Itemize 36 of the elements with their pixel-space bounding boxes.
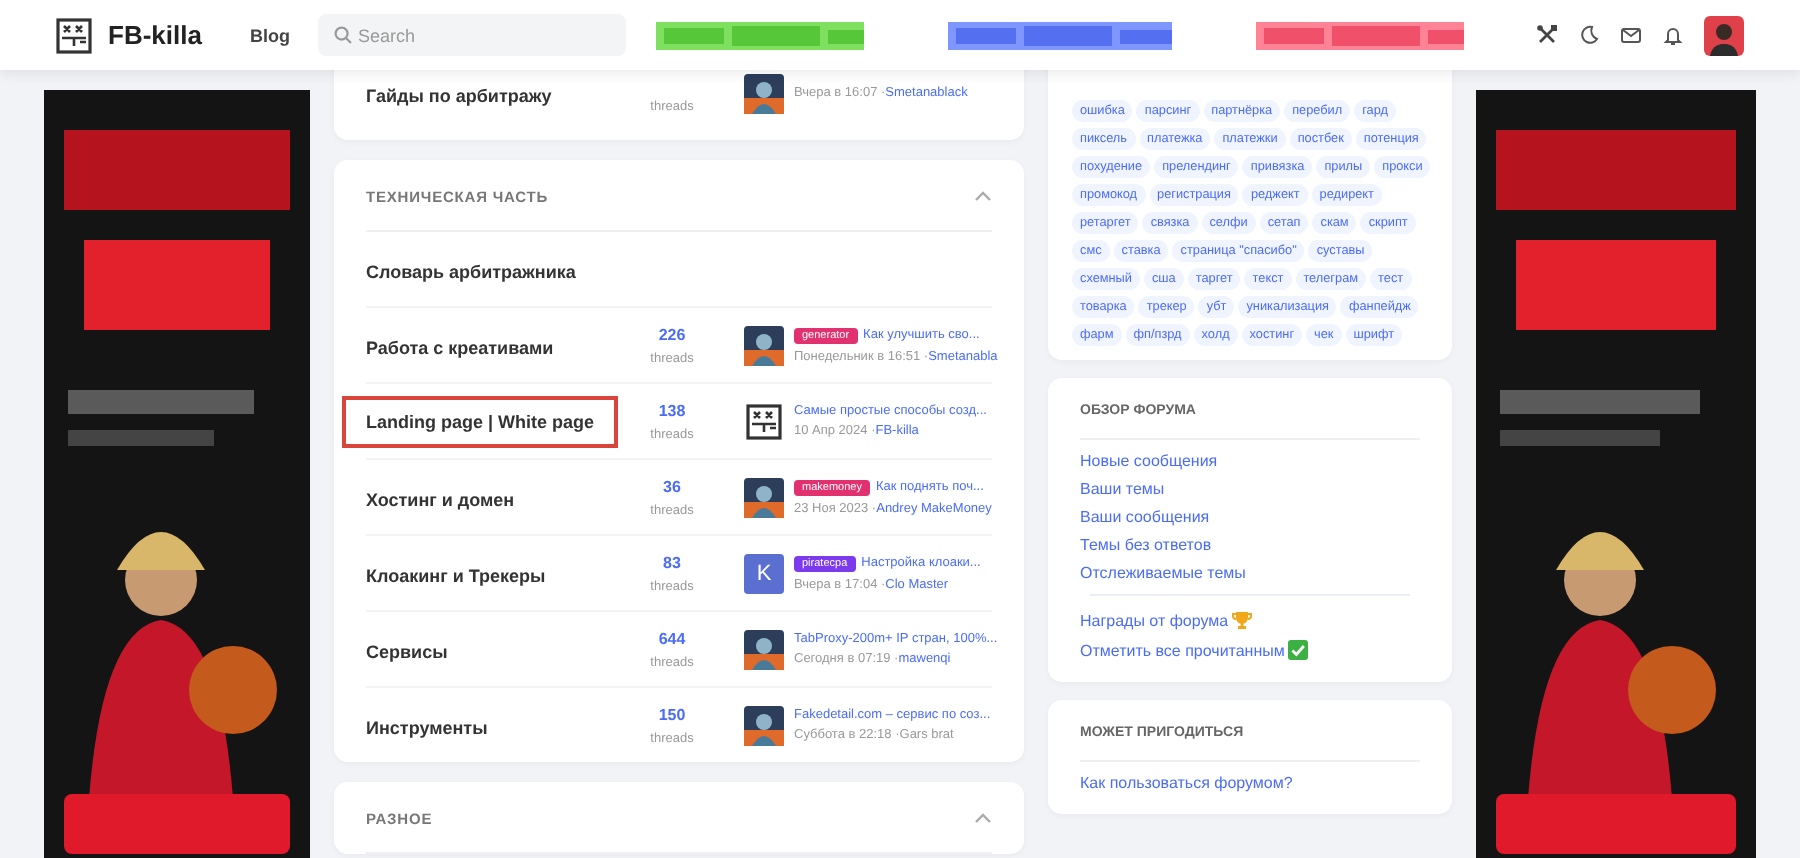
thread-count: 644 [658, 629, 686, 649]
forum-link[interactable]: Хостинг и домен [366, 489, 515, 509]
forum-link[interactable]: Гайды по арбитражу [366, 85, 552, 105]
forum-link[interactable]: Словарь арбитражника [366, 261, 576, 281]
thread-count: 226 [658, 325, 686, 345]
user-avatar[interactable] [1704, 15, 1744, 55]
forum-link[interactable]: Клоакинг и Трекеры [366, 565, 546, 585]
sidebar-link[interactable]: Ваши темы [1080, 480, 1420, 498]
thread-count: 36 [663, 477, 681, 497]
mail-icon[interactable] [1620, 24, 1642, 46]
bell-icon[interactable] [1662, 24, 1684, 46]
sidebar-link[interactable]: Ваши сообщения [1080, 508, 1420, 526]
forum-link[interactable]: Работа с креативами [366, 337, 554, 357]
sidebar-link[interactable]: Новые сообщения [1080, 452, 1420, 470]
thread-count: 150 [658, 705, 686, 725]
search-icon [333, 26, 352, 44]
logo-icon[interactable] [56, 17, 92, 53]
sidebar-link[interactable]: Как пользоваться форумом? [1080, 774, 1420, 792]
search-field[interactable]: Search [317, 14, 626, 56]
moon-icon[interactable] [1578, 24, 1600, 46]
trophy-icon [1232, 610, 1253, 630]
thread-count: 138 [658, 401, 686, 421]
thread-count: 83 [663, 553, 681, 573]
logo-icon[interactable] [744, 401, 784, 441]
checkmark-icon [1288, 640, 1309, 660]
forum-link[interactable]: Landing page | White page [346, 399, 615, 443]
forum-link[interactable]: Инструменты [366, 717, 488, 737]
forum-link[interactable]: Сервисы [366, 641, 448, 661]
crossed-tools-icon[interactable] [1536, 24, 1558, 46]
user-avatar[interactable]: K [744, 553, 784, 593]
sidebar-link[interactable]: Отслеживаемые темы [1080, 564, 1420, 582]
sidebar-link[interactable]: Темы без ответов [1080, 536, 1420, 554]
sidebar-link[interactable]: Отметить все прочитанным [1080, 641, 1285, 659]
nav-link[interactable]: Blog [249, 25, 290, 45]
logo-text[interactable]: FB-killa [108, 20, 202, 50]
sidebar-link[interactable]: Награды от форума [1080, 611, 1229, 629]
